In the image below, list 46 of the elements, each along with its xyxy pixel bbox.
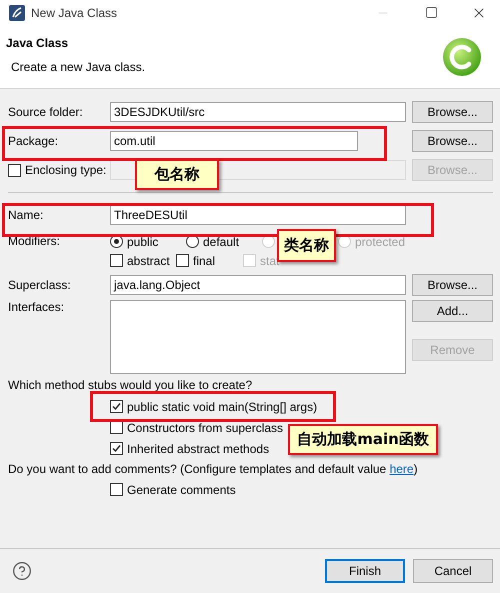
option-label: Constructors from superclass <box>127 420 284 434</box>
superclass-field[interactable]: java.lang.Object <box>110 275 406 295</box>
annotation-callout: 自动加载main函数 <box>288 424 438 455</box>
comments-prompt: Do you want to add comments? (Configure templates and default value here) <box>8 462 419 476</box>
stubs-question: Which method stubs would you like to create? <box>8 378 254 392</box>
field-label: Modifiers: <box>8 233 62 248</box>
package-field[interactable]: com.util <box>110 131 358 151</box>
field-label: Name: <box>8 208 44 222</box>
field-label: Superclass: <box>8 278 72 292</box>
checkbox[interactable] <box>110 442 123 455</box>
window-title: New Java Class <box>31 6 118 20</box>
option-label: public static void main(String[] args) <box>127 400 318 414</box>
interfaces-list[interactable] <box>110 300 406 374</box>
checkbox[interactable] <box>8 164 21 176</box>
page-message: Create a new Java class. <box>10 60 146 74</box>
browse-button[interactable]: Browse... <box>412 130 493 152</box>
option-label: protected <box>355 234 406 248</box>
option-label: default <box>203 234 240 248</box>
option-label: public <box>127 234 158 248</box>
option-label: final <box>193 254 216 268</box>
templates-link[interactable]: here <box>390 462 414 476</box>
field-label: Interfaces: <box>8 300 66 316</box>
cancel-button[interactable]: Cancel <box>413 559 493 583</box>
annotation-callout: 类名称 <box>277 229 336 262</box>
field-label: Enclosing type: <box>25 163 106 177</box>
browse-button[interactable]: Browse... <box>412 101 493 123</box>
help-icon[interactable] <box>12 561 32 581</box>
add-button[interactable]: Add... <box>412 300 493 322</box>
app-icon <box>9 4 25 20</box>
class-icon <box>442 37 482 77</box>
checkbox[interactable] <box>110 483 123 496</box>
browse-button[interactable]: Browse... <box>412 274 493 296</box>
field-label: Package: <box>8 134 60 148</box>
finish-button[interactable]: Finish <box>325 559 405 583</box>
checkbox[interactable] <box>110 421 123 434</box>
checkbox[interactable] <box>110 254 123 267</box>
option-label: abstract <box>127 254 170 268</box>
page-title: Java Class <box>6 36 70 50</box>
option-label: Generate comments <box>127 482 236 496</box>
checkbox[interactable] <box>176 254 189 267</box>
source-folder-field[interactable]: 3DESJDKUtil/src <box>110 102 406 122</box>
field-label: Source folder: <box>8 105 84 119</box>
option-label: Inherited abstract methods <box>127 442 270 456</box>
name-field[interactable]: ThreeDESUtil <box>110 205 406 225</box>
checkbox[interactable] <box>110 400 123 413</box>
annotation-callout: 包名称 <box>135 159 219 190</box>
